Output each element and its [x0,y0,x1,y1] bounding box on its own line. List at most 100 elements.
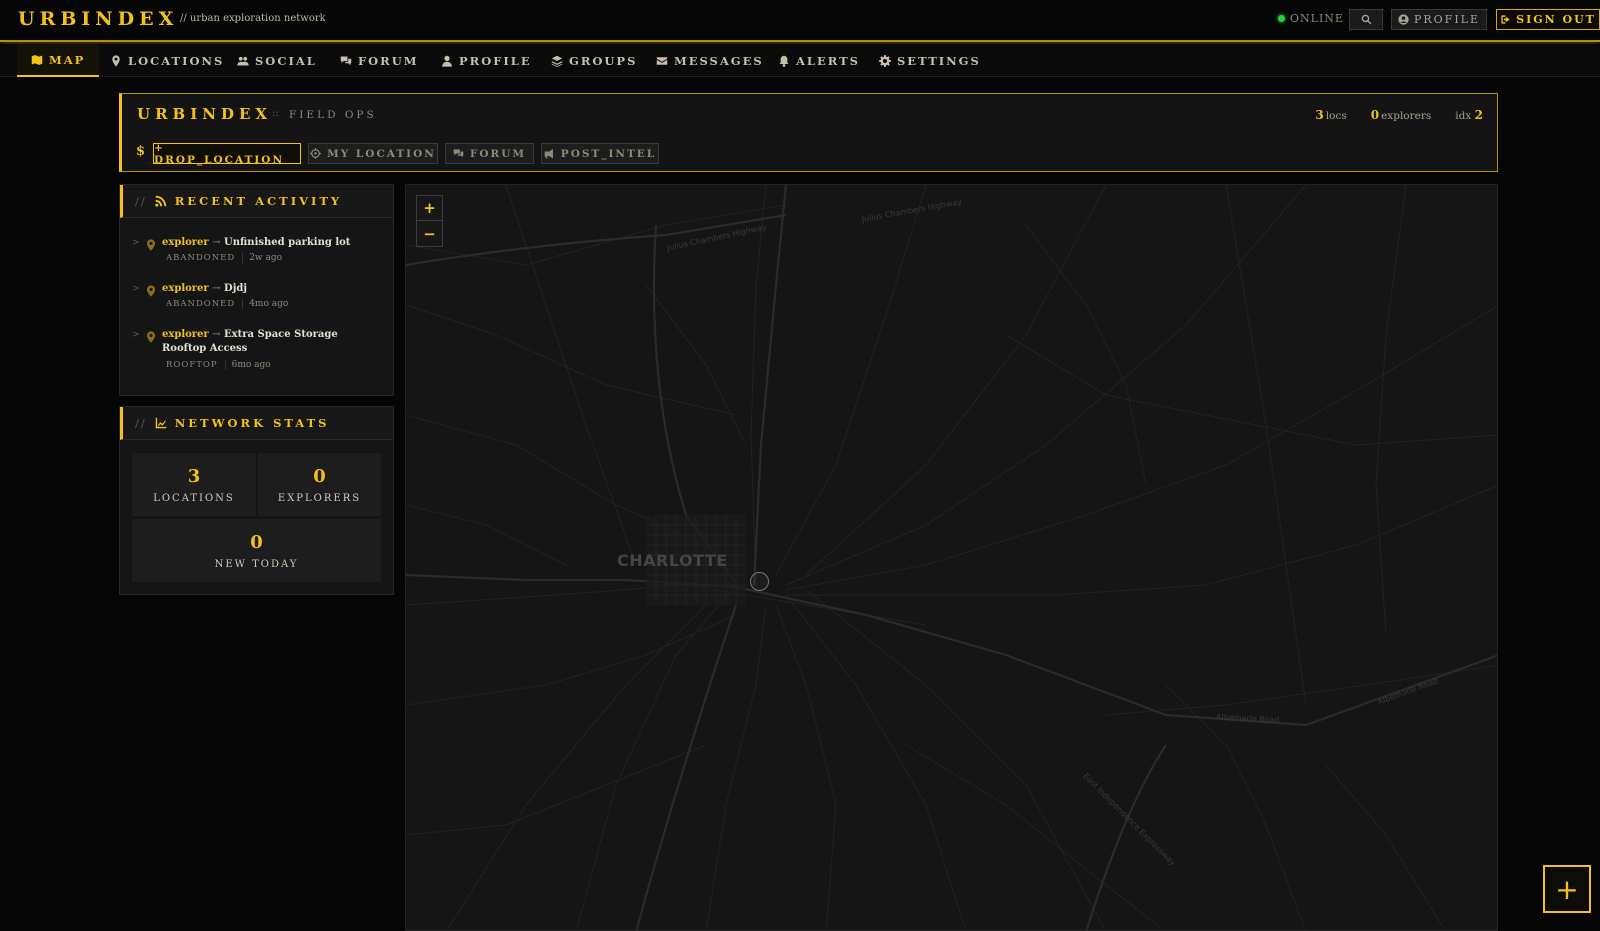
forum-label: FORUM [469,147,527,160]
nav-item-social[interactable]: SOCIAL [237,44,317,77]
stat-today-label: NEW TODAY [214,558,299,570]
stat-locations-label: LOCATIONS [153,492,235,504]
location-pin-icon [146,239,156,251]
nav-label: PROFILE [459,53,532,68]
chevron-right-icon: > [132,284,140,294]
comments-icon [453,149,464,158]
command-prompt: $ [136,144,146,159]
comments-icon [340,56,352,65]
nav-label: FORUM [358,53,419,68]
post-intel-button[interactable]: POST_INTEL [541,143,659,164]
nav-label: MESSAGES [674,53,764,68]
nav-label: GROUPS [569,53,638,68]
sign-out-button[interactable]: SIGN OUT [1496,9,1600,30]
brand-logo[interactable]: URBINDEX [18,8,178,30]
pin-icon [112,54,120,67]
main-nav: MAP LOCATIONS SOCIAL FORUM PROFILE GROUP… [0,44,1600,77]
online-status: ONLINE [1278,12,1344,25]
stat-idx: idx 2 [1455,108,1483,122]
city-label: CHARLOTTE [617,551,728,570]
recent-activity-title: RECENT ACTIVITY [174,194,343,208]
activity-text: explorer → Extra Space Storage Rooftop A… [162,329,338,354]
location-pin-icon [146,285,156,297]
rss-icon [155,195,166,207]
stat-locs: 3 locs [1315,108,1347,122]
location-marker[interactable] [750,572,769,591]
add-location-fab[interactable]: + [1543,865,1591,913]
layers-icon [551,55,563,67]
search-icon [1361,14,1371,25]
zoom-in-button[interactable]: + [417,196,442,221]
activity-item[interactable]: > explorer → Djdj ABANDONED 4mo ago [132,282,382,314]
activity-meta: ABANDONED 2w ago [166,253,283,263]
activity-meta: ABANDONED 4mo ago [166,299,289,309]
megaphone-icon [544,148,553,159]
stat-new-today: 0 NEW TODAY [132,519,381,582]
stat-explorers-label: EXPLORERS [277,492,362,504]
network-stats-header: // NETWORK STATS [120,407,393,440]
user-circle-icon [1398,14,1409,25]
stat-locations: 3 LOCATIONS [132,453,256,516]
nav-item-alerts[interactable]: ALERTS [778,44,860,77]
brand-tagline: // urban exploration network [180,13,326,24]
stat-today-value: 0 [250,531,263,553]
bell-icon [779,55,789,67]
activity-item[interactable]: > explorer → Unfinished parking lot ABAN… [132,236,382,268]
search-button[interactable] [1349,9,1383,30]
forum-button[interactable]: FORUM [445,143,534,164]
nav-item-groups[interactable]: GROUPS [551,44,637,77]
stat-explorers-value: 0 [313,465,326,487]
envelope-icon [656,56,668,65]
drop-location-label: + DROP_LOCATION [154,141,285,166]
gear-icon [879,54,891,67]
header-separator: :: [272,108,279,119]
map-icon [31,54,43,65]
header-stats: 3 locs 0 explorers idx 2 [1315,108,1485,122]
chevron-right-icon: > [132,330,140,340]
users-icon [237,56,249,65]
sign-out-label: SIGN OUT [1516,13,1596,26]
header-title: URBINDEX [137,105,273,123]
online-status-label: ONLINE [1290,12,1344,25]
header-slashes: // [135,194,147,208]
nav-item-forum[interactable]: FORUM [340,44,419,77]
crosshair-icon [310,148,322,159]
network-stats-title: NETWORK STATS [174,416,330,430]
nav-item-messages[interactable]: MESSAGES [656,44,764,77]
top-profile-label: PROFILE [1413,13,1480,26]
stat-locations-value: 3 [187,465,201,487]
nav-label: SOCIAL [255,53,317,68]
header-slashes: // [135,416,147,430]
network-stats-panel: // NETWORK STATS 3 LOCATIONS 0 EXPLORERS… [119,406,394,595]
drop-location-button[interactable]: + DROP_LOCATION [153,141,301,166]
zoom-out-button[interactable]: − [417,221,442,246]
stat-explorers: 0 explorers [1370,108,1432,122]
nav-label: ALERTS [796,53,860,68]
chart-icon [155,417,166,429]
my-location-button[interactable]: MY LOCATION [308,143,438,164]
activity-item[interactable]: > explorer → Extra Space Storage Rooftop… [132,328,382,374]
zoom-control: + − [416,195,443,247]
nav-item-map[interactable]: MAP [17,44,100,77]
map-roads [406,185,1497,930]
sign-out-icon [1501,15,1510,24]
nav-label: SETTINGS [897,53,981,68]
nav-item-settings[interactable]: SETTINGS [879,44,981,77]
nav-label: LOCATIONS [128,53,225,68]
post-intel-label: POST_INTEL [560,147,657,160]
map-view[interactable]: Julius Chambers Highway Julius Chambers … [405,184,1498,931]
nav-item-profile[interactable]: PROFILE [441,44,532,77]
chevron-right-icon: > [132,238,140,248]
activity-text: explorer → Djdj [162,283,247,294]
my-location-label: MY LOCATION [327,147,436,160]
recent-activity-panel: // RECENT ACTIVITY > explorer → Unfinish… [119,184,394,396]
activity-meta: ROOFTOP 6mo ago [166,360,271,370]
location-pin-icon [146,331,156,343]
user-icon [442,55,452,67]
recent-activity-header: // RECENT ACTIVITY [120,185,393,218]
nav-label: MAP [49,52,86,67]
nav-item-locations[interactable]: LOCATIONS [110,44,224,77]
online-dot-icon [1278,15,1285,22]
top-profile-button[interactable]: PROFILE [1391,9,1487,30]
field-ops-header: URBINDEX :: FIELD OPS 3 locs 0 explorers i… [119,93,1498,172]
